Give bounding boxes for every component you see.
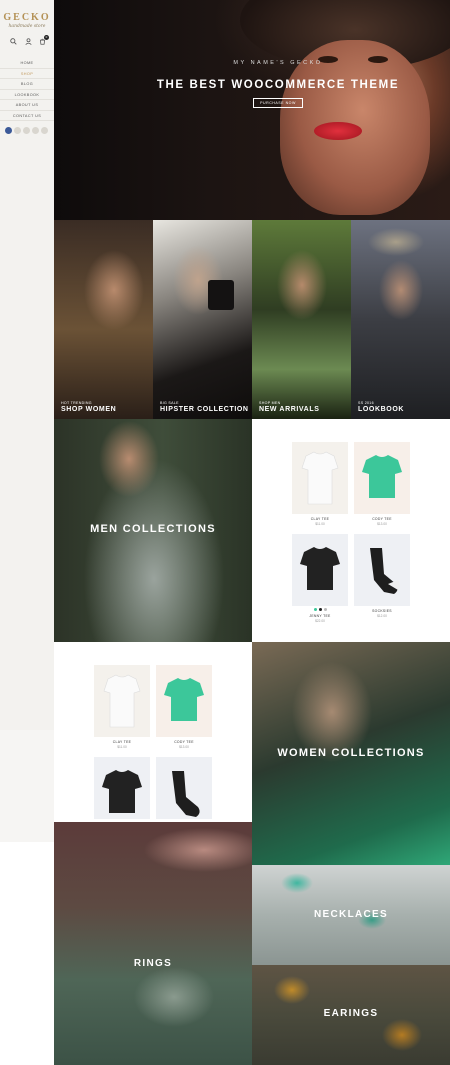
product-image [156,757,212,819]
product-price: $12.00 [377,614,387,618]
rings-banner[interactable]: RINGS [54,822,252,1065]
nav-item-about[interactable]: ABOUT US [0,100,54,111]
user-icon[interactable] [24,38,32,45]
hero-image-lips [314,122,362,140]
swatch-black[interactable] [318,608,322,611]
tile-title: SHOP WOMEN [61,406,117,413]
logo-tagline: handmade store [8,24,46,29]
product-card[interactable]: CLAY TEE $11.00 [94,665,150,749]
hero-banner: MY NAME'S GECKO THE BEST WOOCOMMERCE THE… [54,0,450,220]
tile-image-camera [208,280,234,310]
tile-kicker: SS 2016 [358,401,374,405]
collection-tile-shop-women[interactable]: HOT TRENDING SHOP WOMEN [54,220,153,419]
rings-title: RINGS [133,958,173,969]
black-tee-icon [300,547,340,590]
product-card[interactable]: CLAY TEE $11.00 [292,442,348,526]
women-collections-banner[interactable]: WOMEN COLLECTIONS [252,642,450,865]
necklaces-title: NECKLACES [314,909,388,920]
product-name: CLAY TEE [112,740,132,744]
collection-tile-lookbook[interactable]: SS 2016 LOOKBOOK [351,220,450,419]
socks-icon [370,548,400,594]
product-grid-right: CLAY TEE $11.00 CODY TEE $13.00 JENNY TE… [252,419,450,642]
nav-item-home[interactable]: HOME [0,58,54,69]
hero-content: MY NAME'S GECKO THE BEST WOOCOMMERCE THE… [108,60,448,109]
green-tee-icon [164,678,204,721]
cart-count-badge: 0 [44,35,49,40]
necklaces-banner[interactable]: NECKLACES [252,865,450,965]
hero-title: THE BEST WOOCOMMERCE THEME [156,79,400,91]
logo-word: GECKO [3,12,51,23]
product-image [354,534,410,606]
nav-item-blog[interactable]: BLOG [0,79,54,90]
swatch-green[interactable] [313,608,317,611]
product-card[interactable]: CODY TEE $13.00 [156,665,212,749]
hero-kicker: MY NAME'S GECKO [233,60,323,66]
product-card[interactable]: JENNY TEE $22.00 [292,534,348,623]
google-plus-icon[interactable] [23,127,30,134]
tile-kicker: HOT TRENDING [61,401,92,405]
socks-icon [172,771,200,817]
product-name: JENNY TEE [309,614,331,618]
product-price: $13.00 [179,745,189,749]
product-card[interactable]: CODY TEE $13.00 [354,442,410,526]
green-tee-icon [362,455,402,498]
instagram-icon[interactable] [41,127,48,134]
main-nav: HOME SHOP BLOG LOOKBOOK ABOUT US CONTACT… [0,58,54,121]
product-card[interactable] [94,757,150,819]
tile-kicker: SHOP MEN [259,401,281,405]
men-collections-title: MEN COLLECTIONS [90,523,216,535]
product-price: $11.00 [315,522,325,526]
product-card[interactable]: SOCKSIES $12.00 [354,534,410,618]
product-image [156,665,212,737]
product-name: CODY TEE [372,517,392,521]
tile-title: HIPSTER COLLECTION [160,406,249,413]
product-image [292,534,348,606]
facebook-icon[interactable] [5,127,12,134]
collection-tile-new-arrivals[interactable]: SHOP MEN NEW ARRIVALS [252,220,351,419]
men-collections-banner[interactable]: MEN COLLECTIONS [54,419,252,642]
search-icon[interactable] [10,38,17,45]
cart-icon[interactable]: 0 [39,35,49,45]
women-collections-title: WOMEN COLLECTIONS [277,747,425,759]
nav-item-contact[interactable]: CONTACT US [0,111,54,121]
product-name: SOCKSIES [372,609,392,613]
product-price: $11.00 [117,745,127,749]
white-tee-icon [301,451,339,505]
product-image [94,757,150,819]
sidebar: GECKO handmade store 0 HOME SHOP BLOG LO… [0,0,54,842]
header-icons: 0 [10,35,49,45]
swatch-grey[interactable] [323,608,327,611]
product-image [354,442,410,514]
product-name: CODY TEE [174,740,194,744]
tile-title: LOOKBOOK [358,406,405,413]
purchase-button[interactable]: PURCHASE NOW [253,98,303,108]
earings-banner[interactable]: EARINGS [252,965,450,1065]
product-grid-left: CLAY TEE $11.00 CODY TEE $13.00 [54,642,252,822]
product-name: CLAY TEE [310,517,330,521]
tile-kicker: BIG SALE [160,401,179,405]
nav-item-shop[interactable]: SHOP [0,69,54,79]
earings-title: EARINGS [323,1008,379,1019]
black-tee-icon [102,770,142,813]
sidebar-footer [0,730,54,842]
product-price: $13.00 [377,522,387,526]
twitter-icon[interactable] [14,127,21,134]
product-image [292,442,348,514]
site-logo[interactable]: GECKO handmade store [0,12,54,29]
product-card[interactable] [156,757,212,819]
product-price: $22.00 [315,619,325,623]
collection-tile-hipster[interactable]: BIG SALE HIPSTER COLLECTION [153,220,252,419]
white-tee-icon [103,674,141,728]
tile-title: NEW ARRIVALS [259,406,320,413]
product-image [94,665,150,737]
nav-item-lookbook[interactable]: LOOKBOOK [0,90,54,100]
color-swatches [292,608,348,611]
pinterest-icon[interactable] [32,127,39,134]
social-links [5,127,48,134]
